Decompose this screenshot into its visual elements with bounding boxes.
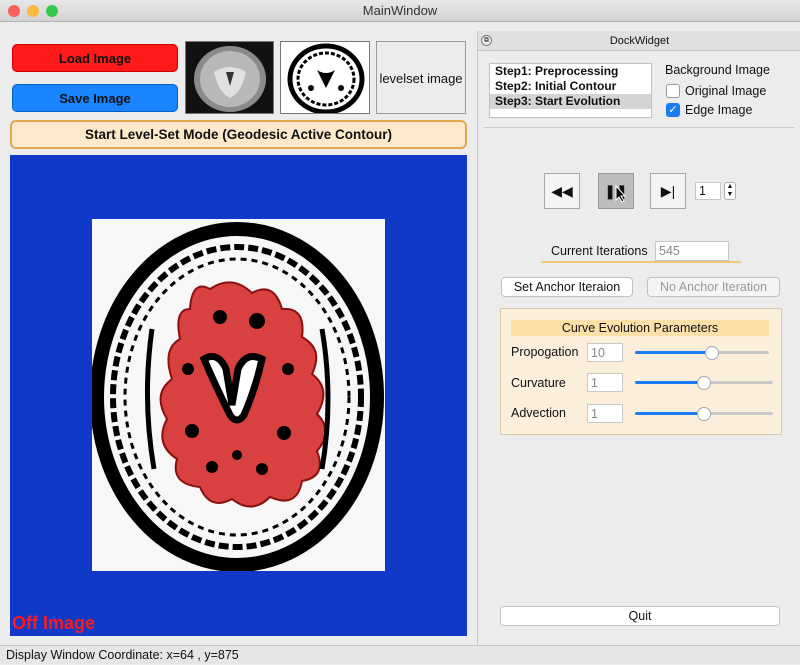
brain-levelset-image [92,219,385,571]
background-image-label: Background Image [665,63,770,77]
brain-edge-thumbnail [281,42,369,113]
list-item-step3[interactable]: Step3: Start Evolution [490,94,651,109]
close-window-button[interactable] [8,5,20,17]
edge-image-label: Edge Image [685,103,753,117]
original-image-label: Original Image [685,84,767,98]
edge-image-checkbox[interactable]: ✓ [666,103,680,117]
curve-evolution-params-group: Curve Evolution Parameters Propogation 1… [500,308,782,435]
steps-list[interactable]: Step1: Preprocessing Step2: Initial Cont… [489,63,652,118]
iterations-underline [541,261,741,263]
curvature-input[interactable]: 1 [587,373,623,392]
curvature-label: Curvature [511,376,566,390]
start-levelset-mode-button[interactable]: Start Level-Set Mode (Geodesic Active Co… [10,120,467,149]
advection-slider-handle[interactable] [697,407,711,421]
advection-label: Advection [511,406,566,420]
off-image-label: Off Image [12,613,96,633]
load-image-button[interactable]: Load Image [12,44,178,72]
save-image-button[interactable]: Save Image [12,84,178,112]
no-anchor-iteration-button[interactable]: No Anchor Iteration [647,277,780,297]
window-title: MainWindow [362,3,438,18]
original-image-checkbox[interactable] [666,84,680,98]
step-forward-button[interactable]: ▶| [650,173,686,209]
advection-slider-fill [635,412,704,415]
title-bar: MainWindow [0,0,800,22]
status-bar: Display Window Coordinate: x=64 , y=875 [0,645,800,664]
set-anchor-iteration-button[interactable]: Set Anchor Iteraion [501,277,633,297]
curvature-slider-fill [635,381,704,384]
list-item-step2[interactable]: Step2: Initial Contour [490,79,651,94]
list-item-step1[interactable]: Step1: Preprocessing [490,64,651,79]
minimize-window-button[interactable] [27,5,39,17]
edge-image-thumbnail[interactable] [280,41,370,114]
coordinate-readout: Display Window Coordinate: x=64 , y=875 [6,648,239,662]
dock-widget: DockWidget ⧉ Step1: Preprocessing Step2:… [477,31,800,645]
original-image-thumbnail[interactable] [185,41,274,114]
propogation-input[interactable]: 10 [587,343,623,362]
dock-float-icon[interactable]: ⧉ [481,35,492,46]
divider [484,127,794,128]
curvature-slider[interactable] [635,376,773,390]
rewind-icon: ◀◀ [551,183,573,199]
step-forward-icon: ▶| [660,183,676,199]
dock-title: DockWidget [609,35,670,47]
params-title: Curve Evolution Parameters [511,320,769,336]
levelset-image-button[interactable]: levelset image [376,41,466,114]
mouse-cursor-icon [615,185,627,203]
propogation-slider[interactable] [635,346,769,360]
quit-button[interactable]: Quit [500,606,780,626]
current-iterations-field: 545 [655,241,729,261]
rewind-button[interactable]: ◀◀ [544,173,580,209]
propogation-slider-handle[interactable] [705,346,719,360]
current-iterations-label: Current Iterations [551,244,648,258]
advection-slider[interactable] [635,407,773,421]
zoom-window-button[interactable] [46,5,58,17]
propogation-slider-fill [635,351,712,354]
propogation-label: Propogation [511,345,579,359]
image-display-area[interactable]: Off Image [10,155,467,636]
brain-grayscale-thumbnail [186,42,273,113]
advection-input[interactable]: 1 [587,404,623,423]
step-size-spinner[interactable]: ▲ ▼ [724,182,736,200]
curvature-slider-handle[interactable] [697,376,711,390]
step-size-input[interactable]: 1 [695,182,721,200]
dock-title-bar: DockWidget [478,31,800,51]
